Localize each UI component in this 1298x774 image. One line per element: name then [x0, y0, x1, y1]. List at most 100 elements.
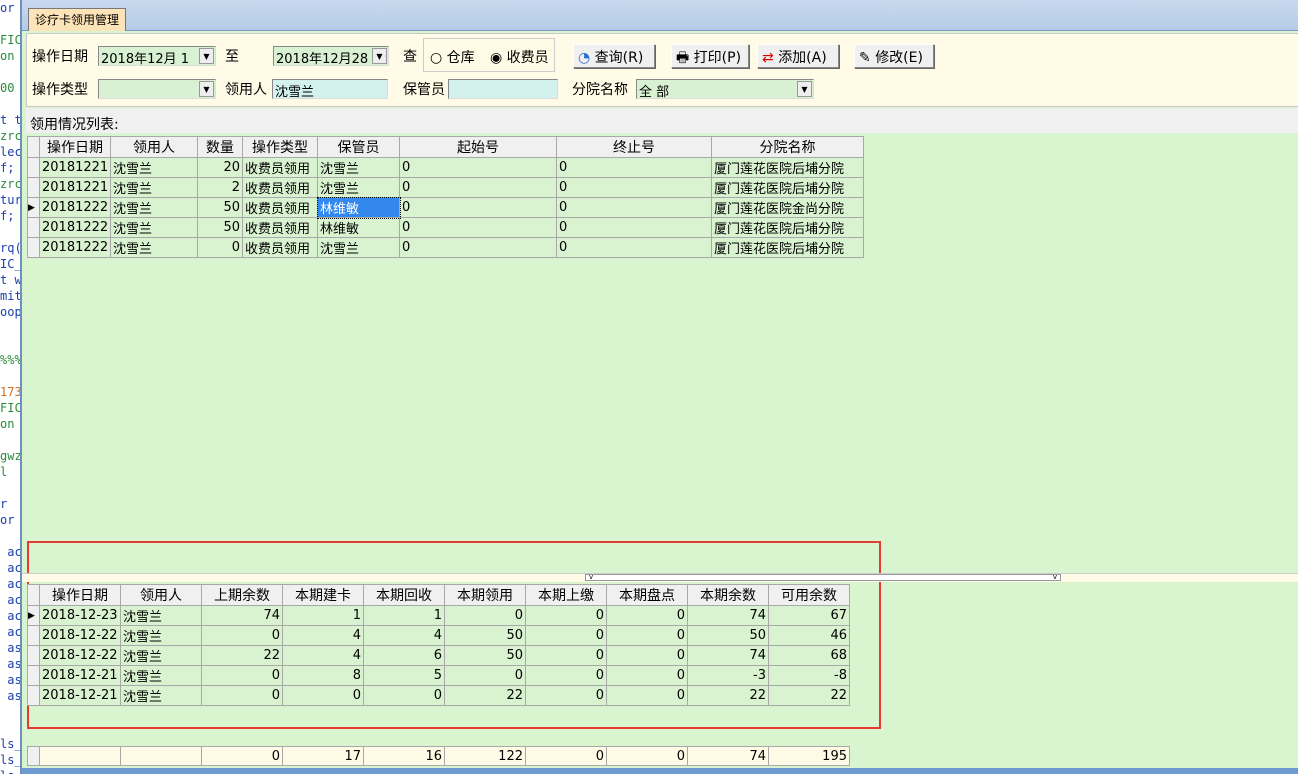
- table-cell[interactable]: 0: [201, 746, 283, 766]
- table-cell[interactable]: 0: [556, 157, 712, 178]
- chevron-down-icon[interactable]: ▼: [797, 81, 812, 97]
- table-cell[interactable]: 0: [606, 665, 688, 686]
- column-header[interactable]: 本期回收: [363, 584, 445, 606]
- table-cell[interactable]: 2018-12-23: [39, 605, 121, 626]
- table-cell[interactable]: 4: [282, 645, 364, 666]
- print-button[interactable]: 🖶 打印(P): [671, 44, 749, 68]
- table-cell[interactable]: 46: [768, 625, 850, 646]
- column-header[interactable]: 终止号: [556, 136, 712, 158]
- keeper-input[interactable]: [448, 79, 558, 99]
- table-cell[interactable]: 0: [606, 685, 688, 706]
- table-cell[interactable]: 0: [525, 625, 607, 646]
- table-cell[interactable]: 22: [201, 645, 283, 666]
- table-cell[interactable]: 0: [525, 645, 607, 666]
- column-header[interactable]: 领用人: [120, 584, 202, 606]
- table-cell[interactable]: 1: [363, 605, 445, 626]
- table-cell[interactable]: 0: [525, 665, 607, 686]
- table-cell[interactable]: 17: [282, 746, 364, 766]
- table-cell[interactable]: 厦门莲花医院后埔分院: [711, 217, 864, 238]
- table-cell[interactable]: 0: [606, 746, 688, 766]
- table-row[interactable]: 2018-12-21 沈雪兰 0 8 5 0 0 0 -3 -8: [27, 665, 850, 686]
- column-header[interactable]: 本期上缴: [525, 584, 607, 606]
- receiver-input[interactable]: 沈雪兰: [272, 79, 388, 99]
- column-header[interactable]: 数量: [197, 136, 243, 158]
- column-header[interactable]: 起始号: [399, 136, 557, 158]
- table-cell[interactable]: 2018-12-22: [39, 625, 121, 646]
- table-cell[interactable]: 0: [444, 665, 526, 686]
- op-type-select[interactable]: ▼: [98, 79, 216, 99]
- table-cell[interactable]: 74: [687, 605, 769, 626]
- table-cell[interactable]: 50: [197, 197, 243, 218]
- table-cell[interactable]: 沈雪兰: [110, 217, 198, 238]
- table-cell[interactable]: 沈雪兰: [317, 177, 400, 198]
- table-cell[interactable]: 4: [282, 625, 364, 646]
- table-cell[interactable]: 沈雪兰: [110, 157, 198, 178]
- table-cell[interactable]: [39, 746, 121, 766]
- chevron-down-icon[interactable]: ▼: [372, 48, 387, 64]
- table-cell[interactable]: 20181222: [39, 237, 111, 258]
- chevron-down-icon[interactable]: ▼: [199, 48, 214, 64]
- table-cell[interactable]: 0: [201, 625, 283, 646]
- table-cell[interactable]: [120, 746, 202, 766]
- table-cell[interactable]: 沈雪兰: [120, 605, 202, 626]
- table-cell[interactable]: 0: [556, 197, 712, 218]
- table-cell[interactable]: 收费员领用: [242, 217, 318, 238]
- table-cell[interactable]: 195: [768, 746, 850, 766]
- table-cell[interactable]: 122: [444, 746, 526, 766]
- table-cell[interactable]: 16: [363, 746, 445, 766]
- table-cell[interactable]: 沈雪兰: [120, 685, 202, 706]
- tab-card-usage[interactable]: 诊疗卡领用管理: [28, 8, 127, 31]
- table-cell[interactable]: 22: [687, 685, 769, 706]
- table-cell[interactable]: 20181221: [39, 177, 111, 198]
- table-cell[interactable]: 50: [444, 625, 526, 646]
- table-cell[interactable]: 2018-12-21: [39, 665, 121, 686]
- table-cell[interactable]: 林维敏: [316, 196, 401, 219]
- date-from-picker[interactable]: 2018年12月 1 ▼: [98, 46, 216, 66]
- table-cell[interactable]: 沈雪兰: [110, 177, 198, 198]
- table-cell[interactable]: 0: [606, 625, 688, 646]
- radio-cashier[interactable]: ◉ 收费员: [490, 47, 549, 67]
- query-button[interactable]: ◔ 查询(R): [573, 44, 655, 68]
- table-cell[interactable]: 2: [197, 177, 243, 198]
- table-cell[interactable]: 林维敏: [317, 217, 400, 238]
- column-header[interactable]: 操作日期: [39, 136, 111, 158]
- totals-row[interactable]: 0 17 16 122 0 0 74 195: [27, 746, 850, 766]
- table-cell[interactable]: 厦门莲花医院后埔分院: [711, 157, 864, 178]
- table-cell[interactable]: 0: [606, 645, 688, 666]
- date-to-picker[interactable]: 2018年12月28 ▼: [273, 46, 389, 66]
- table-cell[interactable]: 0: [444, 605, 526, 626]
- table-cell[interactable]: 50: [444, 645, 526, 666]
- chevron-down-icon[interactable]: ▼: [199, 81, 214, 97]
- table-cell[interactable]: 0: [399, 157, 557, 178]
- table-cell[interactable]: 20181221: [39, 157, 111, 178]
- table-cell[interactable]: 8: [282, 665, 364, 686]
- table-cell[interactable]: 0: [282, 685, 364, 706]
- column-header[interactable]: 操作类型: [242, 136, 318, 158]
- table-cell[interactable]: -8: [768, 665, 850, 686]
- column-header[interactable]: 操作日期: [39, 584, 121, 606]
- table-cell[interactable]: 74: [687, 645, 769, 666]
- table-cell[interactable]: 0: [525, 605, 607, 626]
- branch-select[interactable]: 全 部 ▼: [636, 79, 814, 99]
- table-row[interactable]: 20181222 沈雪兰 50 收费员领用 林维敏 0 0 厦门莲花医院后埔分院: [27, 217, 864, 238]
- table-cell[interactable]: 67: [768, 605, 850, 626]
- table-cell[interactable]: 74: [687, 746, 769, 766]
- table-cell[interactable]: 沈雪兰: [120, 645, 202, 666]
- column-header[interactable]: 本期盘点: [606, 584, 688, 606]
- edit-button[interactable]: ✎ 修改(E): [854, 44, 934, 68]
- table-row[interactable]: ▶ 2018-12-23 沈雪兰 74 1 1 0 0 0 74 67: [27, 605, 850, 626]
- table-cell[interactable]: 2018-12-22: [39, 645, 121, 666]
- table-cell[interactable]: -3: [687, 665, 769, 686]
- table-cell[interactable]: 2018-12-21: [39, 685, 121, 706]
- column-header[interactable]: 分院名称: [711, 136, 864, 158]
- table-cell[interactable]: 沈雪兰: [317, 237, 400, 258]
- table-cell[interactable]: 68: [768, 645, 850, 666]
- table-cell[interactable]: 0: [363, 685, 445, 706]
- column-header[interactable]: 上期余数: [201, 584, 283, 606]
- column-header[interactable]: 保管员: [317, 136, 400, 158]
- table-cell[interactable]: 1: [282, 605, 364, 626]
- table-row[interactable]: ▶ 20181222 沈雪兰 50 收费员领用 林维敏 0 0 厦门莲花医院金尚分院: [27, 196, 864, 219]
- table-cell[interactable]: 0: [556, 217, 712, 238]
- table-cell[interactable]: 沈雪兰: [120, 665, 202, 686]
- table-row[interactable]: 20181221 沈雪兰 2 收费员领用 沈雪兰 0 0 厦门莲花医院后埔分院: [27, 177, 864, 198]
